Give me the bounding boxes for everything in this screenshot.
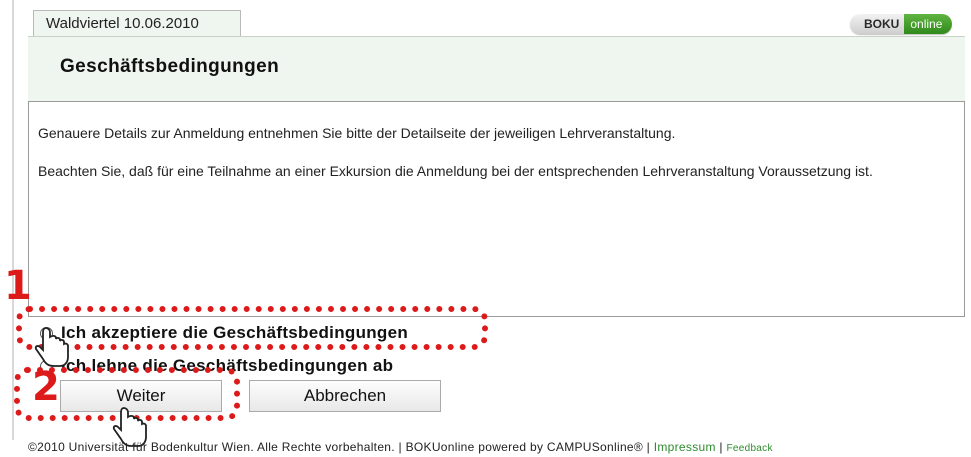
page-footer: ©2010 Universität für Bodenkultur Wien. … <box>28 440 773 454</box>
footer-copyright: ©2010 Universität für Bodenkultur Wien. … <box>28 440 654 454</box>
info-paragraph-details: Genauere Details zur Anmeldung entnehmen… <box>38 125 676 141</box>
impressum-link[interactable]: Impressum <box>654 440 716 454</box>
hand-cursor-icon <box>34 327 69 367</box>
logo-text-boku: BOKU <box>850 14 905 34</box>
step2-number: 2 <box>32 364 60 410</box>
info-paragraph-excursion: Beachten Sie, daß für eine Teilnahme an … <box>38 163 873 179</box>
logo-text-online: online <box>904 14 953 34</box>
tab-excursion[interactable]: Waldviertel 10.06.2010 <box>33 10 241 36</box>
feedback-link[interactable]: Feedback <box>726 443 772 454</box>
step1-highlight <box>16 306 488 350</box>
step1-number: 1 <box>4 263 32 309</box>
footer-separator: | <box>715 440 727 454</box>
header-divider <box>28 36 965 37</box>
left-border <box>12 0 14 440</box>
page-title: Geschäftsbedingungen <box>60 56 280 77</box>
cancel-button[interactable]: Abbrechen <box>249 380 441 412</box>
bokuonline-logo: BOKU online <box>850 14 953 34</box>
